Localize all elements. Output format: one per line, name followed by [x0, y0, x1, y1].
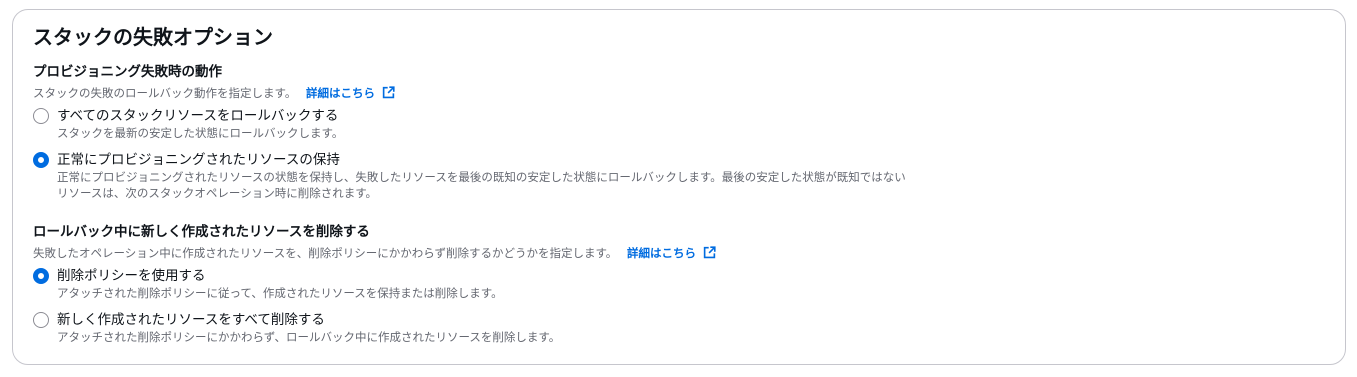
rollback-delete-description-row: 失敗したオペレーション中に作成されたリソースを、削除ポリシーにかかわらず削除する… — [33, 245, 1325, 261]
radio-preserve-resources-description: 正常にプロビジョニングされたリソースの状態を保持し、失敗したリソースを最後の既知… — [57, 170, 906, 200]
external-link-icon — [703, 246, 716, 259]
radio-use-deletion-policy-label[interactable]: 削除ポリシーを使用する — [57, 267, 1325, 285]
radio-rollback-all[interactable] — [33, 108, 49, 124]
rollback-delete-heading: ロールバック中に新しく作成されたリソースを削除する — [33, 224, 370, 240]
provisioning-heading: プロビジョニング失敗時の動作 — [33, 64, 222, 80]
radio-option-use-deletion-policy[interactable]: 削除ポリシーを使用する アタッチされた削除ポリシーに従って、作成されたリソースを… — [33, 267, 1325, 301]
panel-title: スタックの失敗オプション — [33, 25, 273, 49]
radio-rollback-all-description: スタックを最新の安定した状態にロールバックします。 — [57, 126, 344, 140]
provisioning-description-row: スタックの失敗のロールバック動作を指定します。 詳細はこちら — [33, 85, 1325, 101]
stack-failure-options-panel: スタックの失敗オプション プロビジョニング失敗時の動作 スタックの失敗のロールバ… — [12, 9, 1346, 365]
external-link-icon — [382, 86, 395, 99]
radio-preserve-resources-label[interactable]: 正常にプロビジョニングされたリソースの保持 — [57, 151, 1325, 169]
radio-delete-all-new-label[interactable]: 新しく作成されたリソースをすべて削除する — [57, 311, 1325, 329]
provisioning-failure-section: プロビジョニング失敗時の動作 スタックの失敗のロールバック動作を指定します。 詳… — [33, 63, 1325, 201]
rollback-delete-info-link-label: 詳細はこちら — [626, 246, 696, 260]
rollback-delete-section: ロールバック中に新しく作成されたリソースを削除する 失敗したオペレーション中に作… — [33, 223, 1325, 345]
radio-option-rollback-all[interactable]: すべてのスタックリソースをロールバックする スタックを最新の安定した状態にロール… — [33, 107, 1325, 141]
radio-use-deletion-policy[interactable] — [33, 268, 49, 284]
radio-delete-all-new-description: アタッチされた削除ポリシーにかかわらず、ロールバック中に作成されたリソースを削除… — [57, 330, 561, 344]
radio-rollback-all-label[interactable]: すべてのスタックリソースをロールバックする — [57, 107, 1325, 125]
radio-preserve-resources[interactable] — [33, 152, 49, 168]
radio-option-preserve-resources[interactable]: 正常にプロビジョニングされたリソースの保持 正常にプロビジョニングされたリソース… — [33, 151, 1325, 201]
provisioning-info-link-label: 詳細はこちら — [306, 86, 376, 100]
provisioning-description: スタックの失敗のロールバック動作を指定します。 — [33, 86, 297, 100]
provisioning-info-link[interactable]: 詳細はこちら — [306, 86, 395, 100]
rollback-delete-info-link[interactable]: 詳細はこちら — [627, 246, 716, 260]
radio-option-delete-all-new[interactable]: 新しく作成されたリソースをすべて削除する アタッチされた削除ポリシーにかかわらず… — [33, 311, 1325, 345]
rollback-delete-description: 失敗したオペレーション中に作成されたリソースを、削除ポリシーにかかわらず削除する… — [33, 246, 618, 260]
radio-use-deletion-policy-description: アタッチされた削除ポリシーに従って、作成されたリソースを保持または削除します。 — [57, 286, 503, 300]
radio-delete-all-new[interactable] — [33, 312, 49, 328]
